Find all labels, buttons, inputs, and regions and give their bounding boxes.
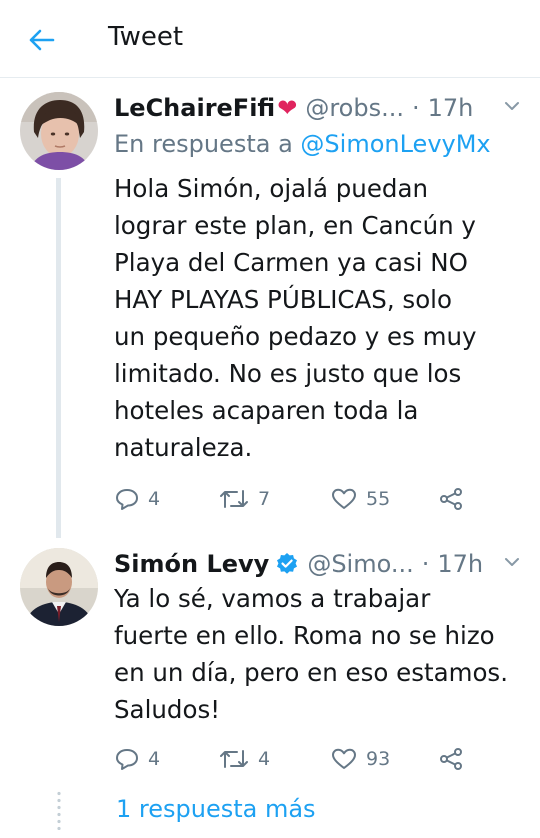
separator-dot: · bbox=[411, 94, 420, 122]
tweet-text-line: Ya lo sé, vamos a trabajar bbox=[114, 584, 431, 613]
like-button[interactable]: 55 bbox=[330, 484, 438, 514]
top-bar: Tweet bbox=[0, 0, 540, 78]
tweet-text: Hola Simón, ojalá puedan lograr este pla… bbox=[114, 170, 524, 466]
reply-prefix: En respuesta a bbox=[114, 130, 293, 158]
arrow-left-icon bbox=[29, 29, 55, 51]
tweet-item[interactable]: Simón Levy @Simo... · 17h Ya lo sé, vamo… bbox=[0, 538, 540, 788]
tweet-actions: 4 4 93 bbox=[114, 744, 494, 774]
like-count: 93 bbox=[366, 748, 391, 770]
author-name[interactable]: Simón Levy bbox=[114, 550, 269, 578]
timestamp[interactable]: 17h bbox=[437, 550, 483, 578]
heart-icon bbox=[332, 488, 356, 509]
more-replies-link[interactable]: 1 respuesta más bbox=[116, 795, 316, 823]
heart-icon bbox=[332, 748, 356, 769]
like-button[interactable]: 93 bbox=[330, 744, 438, 774]
tweet-item[interactable]: LeChaireFifi ❤ @robs... · 17h En respues… bbox=[0, 78, 540, 538]
timestamp[interactable]: 17h bbox=[428, 94, 474, 122]
page-title: Tweet bbox=[108, 22, 184, 52]
chevron-down-icon[interactable] bbox=[502, 552, 522, 572]
reply-button[interactable]: 4 bbox=[114, 484, 218, 514]
share-icon bbox=[440, 488, 462, 510]
reply-icon bbox=[116, 749, 138, 770]
tweet-text-line: Hola Simón, ojalá puedan bbox=[114, 174, 429, 203]
tweet-text-line: Playa del Carmen ya casi NO bbox=[114, 248, 468, 277]
like-count: 55 bbox=[366, 488, 391, 510]
reply-count: 4 bbox=[148, 748, 161, 770]
reply-icon bbox=[116, 489, 138, 510]
avatar[interactable] bbox=[20, 92, 98, 170]
tweet-text-line: HAY PLAYAS PÚBLICAS, solo bbox=[114, 285, 452, 314]
retweet-icon bbox=[220, 490, 248, 508]
retweet-icon bbox=[220, 750, 248, 768]
share-icon bbox=[440, 748, 462, 770]
retweet-button[interactable]: 4 bbox=[218, 744, 330, 774]
reply-count: 4 bbox=[148, 488, 161, 510]
reply-context: En respuesta a @SimonLevyMx bbox=[114, 130, 491, 158]
share-button[interactable] bbox=[438, 484, 478, 514]
separator-dot: · bbox=[421, 550, 430, 578]
tweet-text-line: Saludos! bbox=[114, 695, 221, 724]
tweet-text-line: hoteles acaparen toda la bbox=[114, 396, 419, 425]
retweet-count: 7 bbox=[258, 488, 271, 510]
thread-dotted-line bbox=[57, 790, 61, 830]
author-handle[interactable]: @robs... bbox=[305, 94, 404, 122]
tweet-text-line: fuerte en ello. Roma no se hizo bbox=[114, 621, 495, 650]
reply-button[interactable]: 4 bbox=[114, 744, 218, 774]
tweet-text-line: lograr este plan, en Cancún y bbox=[114, 211, 476, 240]
author-name[interactable]: LeChaireFifi bbox=[114, 94, 275, 122]
avatar[interactable] bbox=[20, 548, 98, 626]
tweet-text-line: en un día, pero en eso estamos. bbox=[114, 658, 508, 687]
thread-line bbox=[56, 178, 61, 538]
tweet-actions: 4 7 55 bbox=[114, 484, 494, 514]
tweet-text-line: limitado. No es justo que los bbox=[114, 359, 462, 388]
tweet-text-line: naturaleza. bbox=[114, 433, 253, 462]
verified-badge-icon bbox=[275, 552, 299, 576]
chevron-down-icon[interactable] bbox=[502, 96, 522, 116]
tweet-header: LeChaireFifi ❤ @robs... · 17h bbox=[114, 90, 522, 126]
back-button[interactable] bbox=[22, 20, 62, 60]
share-button[interactable] bbox=[438, 744, 478, 774]
retweet-count: 4 bbox=[258, 748, 271, 770]
author-handle[interactable]: @Simo... bbox=[307, 550, 413, 578]
tweet-text: Ya lo sé, vamos a trabajar fuerte en ell… bbox=[114, 580, 524, 728]
tweet-header: Simón Levy @Simo... · 17h bbox=[114, 546, 522, 582]
tweet-text-line: un pequeño pedazo y es muy bbox=[114, 322, 477, 351]
heart-emoji-icon: ❤ bbox=[277, 94, 298, 122]
reply-mention-link[interactable]: @SimonLevyMx bbox=[300, 130, 490, 158]
retweet-button[interactable]: 7 bbox=[218, 484, 330, 514]
